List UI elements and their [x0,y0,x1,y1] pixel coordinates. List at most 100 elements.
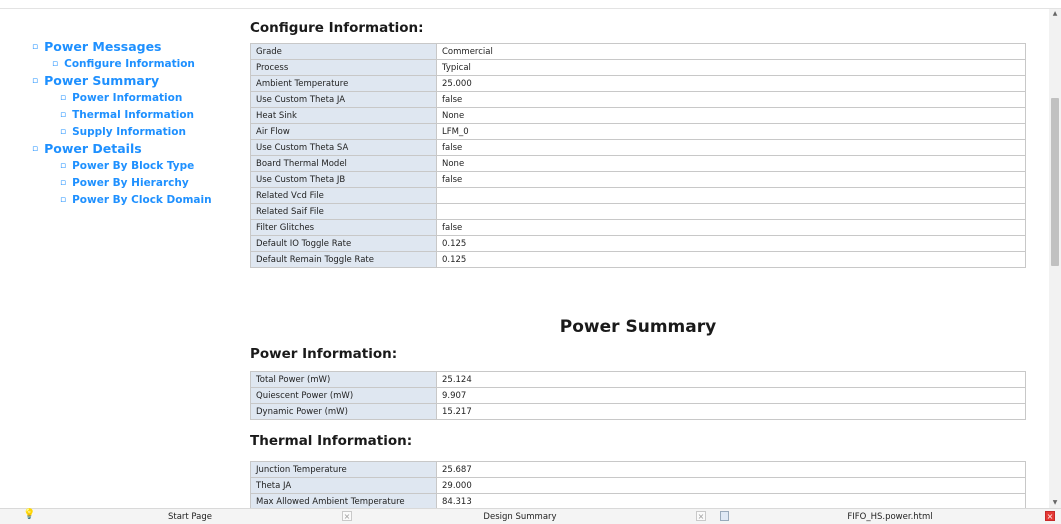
nav-label: Configure Information [64,57,195,70]
tab-fifo-power-html[interactable]: FIFO_HS.power.html [800,509,980,524]
row-key: Related Vcd File [250,187,437,204]
nav-label: Power Details [44,141,142,156]
row-value [436,203,1026,220]
nav-supply-information[interactable]: ▫ Supply Information [32,123,242,140]
row-key: Grade [250,43,437,60]
bullet-icon: ▫ [60,177,67,188]
table-row: Default Remain Toggle Rate 0.125 [250,251,1026,268]
table-row: Filter Glitches false [250,219,1026,236]
row-key: Use Custom Theta SA [250,139,437,156]
tab-start-page[interactable]: Start Page [120,509,260,524]
row-value: None [436,107,1026,124]
nav-label: Power Information [72,91,183,104]
nav-configure-information[interactable]: ▫ Configure Information [32,55,242,72]
row-key: Use Custom Theta JA [250,91,437,108]
bullet-icon: ▫ [60,194,67,205]
row-value: 25.124 [436,371,1026,388]
nav-power-messages[interactable]: ▫ Power Messages [32,38,242,55]
table-row: Dynamic Power (mW) 15.217 [250,403,1026,420]
table-row: Related Vcd File [250,187,1026,204]
nav-power-summary[interactable]: ▫ Power Summary [32,72,242,89]
power-summary-heading: Power Summary [559,317,717,337]
report-navigation: ▫ Power Messages ▫ Configure Information… [32,38,242,208]
row-key: Junction Temperature [250,461,437,478]
nav-power-by-clock-domain[interactable]: ▫ Power By Clock Domain [32,191,242,208]
row-key: Default Remain Toggle Rate [250,251,437,268]
row-key: Ambient Temperature [250,75,437,92]
table-row: Ambient Temperature 25.000 [250,75,1026,92]
editor-tab-bar: 💡 Start Page × Design Summary × FIFO_HS.… [0,508,1061,524]
configure-information-table: Grade Commercial Process Typical Ambient Tem… [250,43,1026,268]
table-row: Max Allowed Ambient Temperature 84.313 [250,493,1026,508]
bullet-icon: ▫ [60,92,67,103]
html-document-icon [720,511,729,521]
scrollbar-thumb[interactable] [1051,98,1059,266]
table-row: Board Thermal Model None [250,155,1026,172]
table-row: Use Custom Theta JB false [250,171,1026,188]
nav-label: Thermal Information [72,108,195,121]
row-key: Related Saif File [250,203,437,220]
row-key: Max Allowed Ambient Temperature [250,493,437,508]
row-key: Dynamic Power (mW) [250,403,437,420]
table-row: Junction Temperature 25.687 [250,461,1026,478]
row-key: Filter Glitches [250,219,437,236]
row-key: Board Thermal Model [250,155,437,172]
bullet-icon: ▫ [60,160,67,171]
close-start-page-icon[interactable]: × [342,511,352,521]
tab-label: Start Page [167,511,213,522]
row-value: false [436,219,1026,236]
row-value: Typical [436,59,1026,76]
table-row: Default IO Toggle Rate 0.125 [250,235,1026,252]
row-value: None [436,155,1026,172]
row-value: 9.907 [436,387,1026,404]
bullet-icon: ▫ [60,126,67,137]
row-key: Theta JA [250,477,437,494]
nav-label: Power By Clock Domain [72,193,212,206]
nav-power-by-block-type[interactable]: ▫ Power By Block Type [32,157,242,174]
row-key: Total Power (mW) [250,371,437,388]
bullet-icon: ▫ [52,58,59,69]
row-key: Use Custom Theta JB [250,171,437,188]
nav-power-details[interactable]: ▫ Power Details [32,140,242,157]
row-value: false [436,91,1026,108]
row-value: 15.217 [436,403,1026,420]
tab-design-summary[interactable]: Design Summary [440,509,600,524]
thermal-information-heading: Thermal Information: [250,433,413,449]
row-value [436,187,1026,204]
nav-label: Power By Block Type [72,159,195,172]
scroll-down-arrow-icon[interactable]: ▼ [1049,498,1061,508]
table-row: Related Saif File [250,203,1026,220]
row-key: Default IO Toggle Rate [250,235,437,252]
table-row: Grade Commercial [250,43,1026,60]
power-information-table: Total Power (mW) 25.124 Quiescent Power (m… [250,371,1026,420]
row-value: false [436,171,1026,188]
row-value: 25.687 [436,461,1026,478]
bullet-icon: ▫ [32,143,39,154]
row-value: 0.125 [436,251,1026,268]
close-active-tab-icon[interactable]: × [1045,511,1055,521]
table-row: Quiescent Power (mW) 9.907 [250,387,1026,404]
nav-label: Power Summary [44,73,160,88]
table-row: Heat Sink None [250,107,1026,124]
scroll-up-arrow-icon[interactable]: ▲ [1049,9,1061,19]
table-row: Use Custom Theta SA false [250,139,1026,156]
window-top-edge [0,0,1061,9]
nav-label: Power Messages [44,39,162,54]
report-viewport: ▫ Power Messages ▫ Configure Information… [0,9,1047,508]
row-value: 29.000 [436,477,1026,494]
table-row: Total Power (mW) 25.124 [250,371,1026,388]
close-design-summary-icon[interactable]: × [696,511,706,521]
nav-power-by-hierarchy[interactable]: ▫ Power By Hierarchy [32,174,242,191]
vertical-scrollbar[interactable]: ▲ ▼ [1049,9,1061,508]
nav-label: Supply Information [72,125,186,138]
configure-information-heading: Configure Information: [250,20,424,36]
nav-thermal-information[interactable]: ▫ Thermal Information [32,106,242,123]
row-value: Commercial [436,43,1026,60]
table-row: Process Typical [250,59,1026,76]
row-key: Air Flow [250,123,437,140]
tab-label: FIFO_HS.power.html [847,511,933,522]
table-row: Use Custom Theta JA false [250,91,1026,108]
table-row: Theta JA 29.000 [250,477,1026,494]
nav-power-information[interactable]: ▫ Power Information [32,89,242,106]
bullet-icon: ▫ [60,109,67,120]
